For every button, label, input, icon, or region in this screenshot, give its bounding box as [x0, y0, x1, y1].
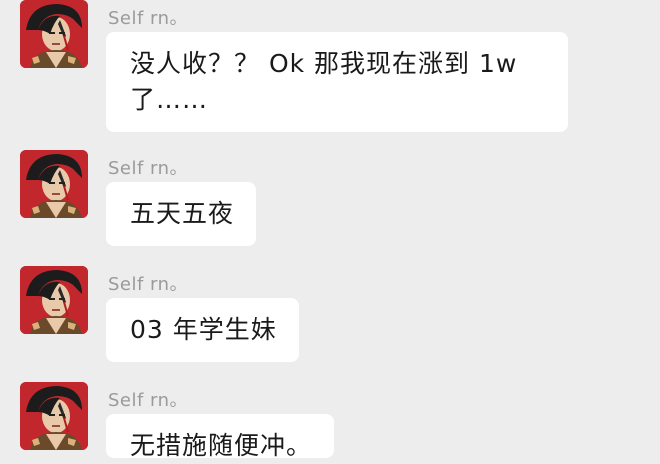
sender-name: Self rn。 [108, 158, 189, 179]
message-bubble: 五天五夜 [106, 182, 257, 246]
anime-character-avatar-icon [20, 150, 88, 218]
message-bubble: 没人收？？ Ok 那我现在涨到 1w 了…… [106, 32, 568, 132]
sender-name: Self rn。 [108, 390, 189, 411]
anime-character-avatar-icon [20, 266, 88, 334]
sender-avatar[interactable] [20, 382, 88, 450]
sender-avatar[interactable] [20, 150, 88, 218]
message-bubble: 03 年学生妹 [106, 298, 299, 362]
sender-name: Self rn。 [108, 274, 189, 295]
sender-avatar[interactable] [20, 0, 88, 68]
message-bubble: 无措施随便冲。 [106, 414, 335, 460]
sender-name: Self rn。 [108, 8, 189, 29]
chat-message-list: Self rn。 没人收？？ Ok 那我现在涨到 1w 了…… Self rn。 [0, 0, 660, 460]
anime-character-avatar-icon [20, 0, 88, 68]
anime-character-avatar-icon [20, 382, 88, 450]
sender-avatar[interactable] [20, 266, 88, 334]
